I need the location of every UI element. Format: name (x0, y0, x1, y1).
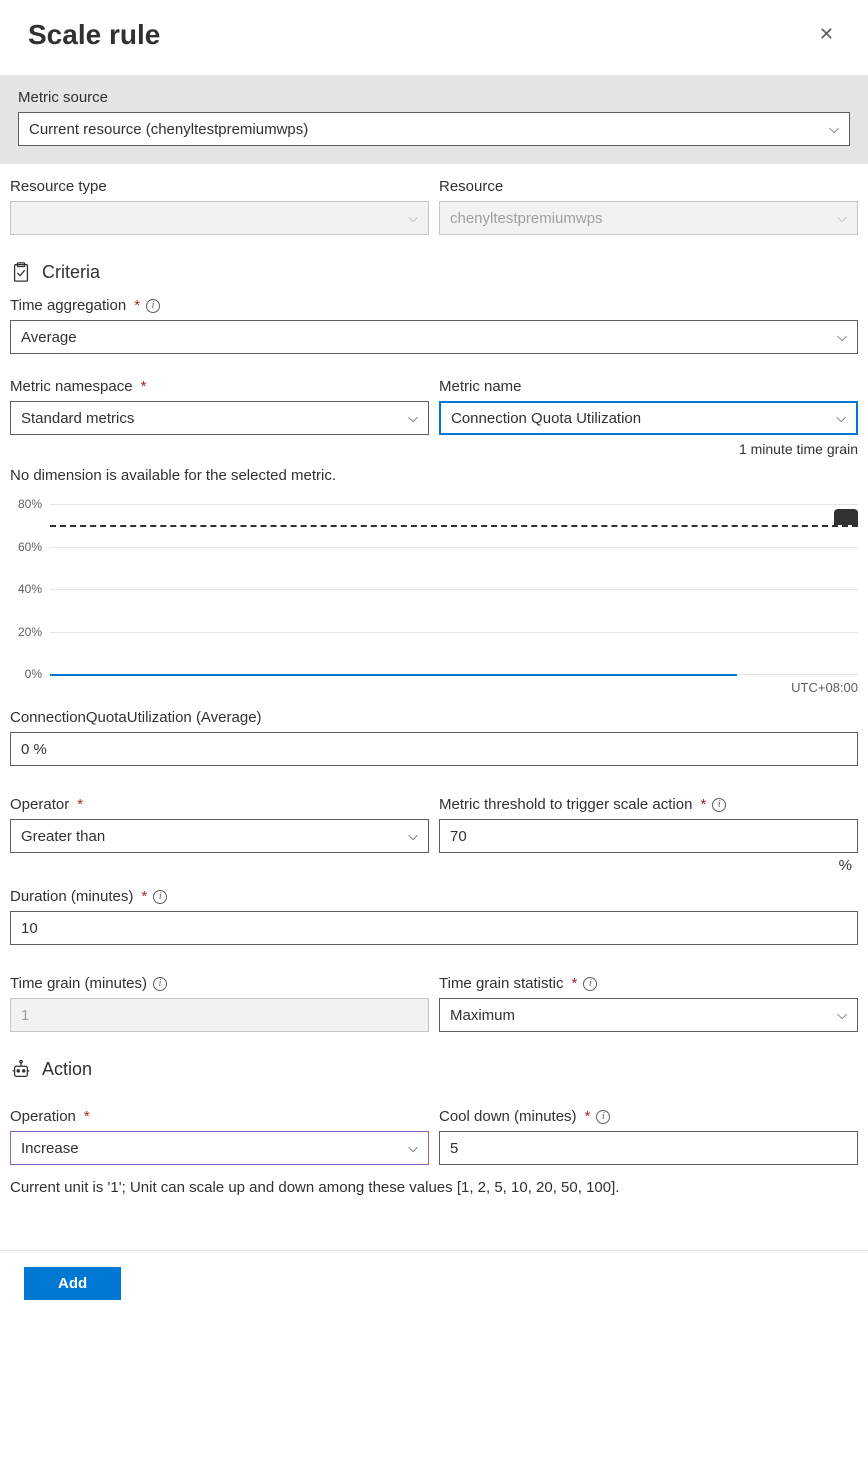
threshold-unit: % (439, 857, 858, 874)
operator-value: Greater than (21, 828, 105, 845)
duration-value: 10 (21, 920, 38, 937)
time-grain-label: Time grain (minutes) i (10, 975, 429, 992)
metric-value-label: ConnectionQuotaUtilization (Average) (10, 709, 858, 726)
info-icon[interactable]: i (712, 798, 726, 812)
cooldown-value: 5 (450, 1140, 458, 1157)
panel-title: Scale rule (28, 19, 160, 51)
y-tick: 80% (2, 497, 42, 511)
time-grain-hint: 1 minute time grain (439, 441, 858, 457)
time-aggregation-value: Average (21, 329, 77, 346)
metric-namespace-label: Metric namespace* (10, 378, 429, 395)
info-icon[interactable]: i (153, 890, 167, 904)
criteria-heading: Criteria (10, 261, 858, 283)
info-icon[interactable]: i (583, 977, 597, 991)
threshold-label-text: Metric threshold to trigger scale action (439, 796, 692, 813)
operation-label-text: Operation (10, 1108, 76, 1125)
action-heading: Action (10, 1058, 858, 1080)
operation-label: Operation* (10, 1108, 429, 1125)
data-line (50, 674, 737, 676)
time-grain-stat-value: Maximum (450, 1007, 515, 1024)
info-icon[interactable]: i (146, 299, 160, 313)
metric-namespace-value: Standard metrics (21, 410, 134, 427)
metric-namespace-select[interactable]: Standard metrics ⌵ (10, 401, 429, 435)
y-tick: 40% (2, 582, 42, 596)
metric-source-select[interactable]: Current resource (chenyltestpremiumwps) … (18, 112, 850, 146)
metric-name-select[interactable]: Connection Quota Utilization ⌵ (439, 401, 858, 435)
no-dimension-text: No dimension is available for the select… (0, 457, 868, 484)
time-grain-label-text: Time grain (minutes) (10, 975, 147, 992)
resource-select: chenyltestpremiumwps ⌵ (439, 201, 858, 235)
time-grain-value: 1 (21, 1007, 29, 1024)
duration-label-text: Duration (minutes) (10, 888, 133, 905)
chevron-down-icon: ⌵ (837, 1007, 847, 1023)
criteria-heading-text: Criteria (42, 262, 100, 283)
metric-chart: 80% 60% 40% 20% 0% UTC+08:00 (0, 494, 868, 695)
resource-type-select: ⌵ (10, 201, 429, 235)
threshold-line (50, 525, 858, 527)
time-grain-stat-select[interactable]: Maximum ⌵ (439, 998, 858, 1032)
time-aggregation-select[interactable]: Average ⌵ (10, 320, 858, 354)
resource-type-label: Resource type (10, 178, 429, 195)
metric-value-display: 0 % (10, 732, 858, 766)
y-tick: 0% (2, 667, 42, 681)
chevron-down-icon: ⌵ (829, 121, 839, 137)
operator-label: Operator* (10, 796, 429, 813)
chevron-down-icon: ⌵ (837, 329, 847, 345)
info-icon[interactable]: i (596, 1110, 610, 1124)
time-aggregation-label-text: Time aggregation (10, 297, 126, 314)
time-grain-stat-label: Time grain statistic* i (439, 975, 858, 992)
operation-select[interactable]: Increase ⌵ (10, 1131, 429, 1165)
metric-name-label: Metric name (439, 378, 858, 395)
chevron-down-icon: ⌵ (408, 210, 418, 226)
operator-label-text: Operator (10, 796, 69, 813)
y-tick: 20% (2, 625, 42, 639)
time-grain-input: 1 (10, 998, 429, 1032)
duration-label: Duration (minutes)* i (10, 888, 858, 905)
unit-note: Current unit is '1'; Unit can scale up a… (0, 1165, 868, 1210)
chevron-down-icon: ⌵ (408, 1140, 418, 1156)
action-heading-text: Action (42, 1059, 92, 1080)
cooldown-label-text: Cool down (minutes) (439, 1108, 577, 1125)
metric-value-text: 0 % (21, 741, 47, 758)
resource-label: Resource (439, 178, 858, 195)
threshold-input[interactable]: 70 (439, 819, 858, 853)
time-grain-stat-label-text: Time grain statistic (439, 975, 563, 992)
duration-input[interactable]: 10 (10, 911, 858, 945)
chevron-down-icon: ⌵ (408, 828, 418, 844)
threshold-value: 70 (450, 828, 467, 845)
clipboard-check-icon (10, 261, 32, 283)
metric-source-label: Metric source (18, 89, 850, 106)
info-icon[interactable]: i (153, 977, 167, 991)
chevron-down-icon: ⌵ (836, 410, 846, 426)
chevron-down-icon: ⌵ (408, 410, 418, 426)
operator-select[interactable]: Greater than ⌵ (10, 819, 429, 853)
chart-tooltip (834, 509, 858, 525)
add-button[interactable]: Add (24, 1267, 121, 1300)
metric-source-value: Current resource (chenyltestpremiumwps) (29, 121, 308, 138)
metric-namespace-label-text: Metric namespace (10, 378, 133, 395)
resource-value: chenyltestpremiumwps (450, 210, 603, 227)
time-aggregation-label: Time aggregation* i (10, 297, 858, 314)
operation-value: Increase (21, 1140, 79, 1157)
chart-timezone: UTC+08:00 (10, 680, 858, 695)
cooldown-input[interactable]: 5 (439, 1131, 858, 1165)
robot-icon (10, 1058, 32, 1080)
chevron-down-icon: ⌵ (837, 210, 847, 226)
threshold-label: Metric threshold to trigger scale action… (439, 796, 858, 813)
cooldown-label: Cool down (minutes)* i (439, 1108, 858, 1125)
metric-name-value: Connection Quota Utilization (451, 410, 641, 427)
y-tick: 60% (2, 540, 42, 554)
close-icon[interactable]: ✕ (813, 18, 840, 51)
